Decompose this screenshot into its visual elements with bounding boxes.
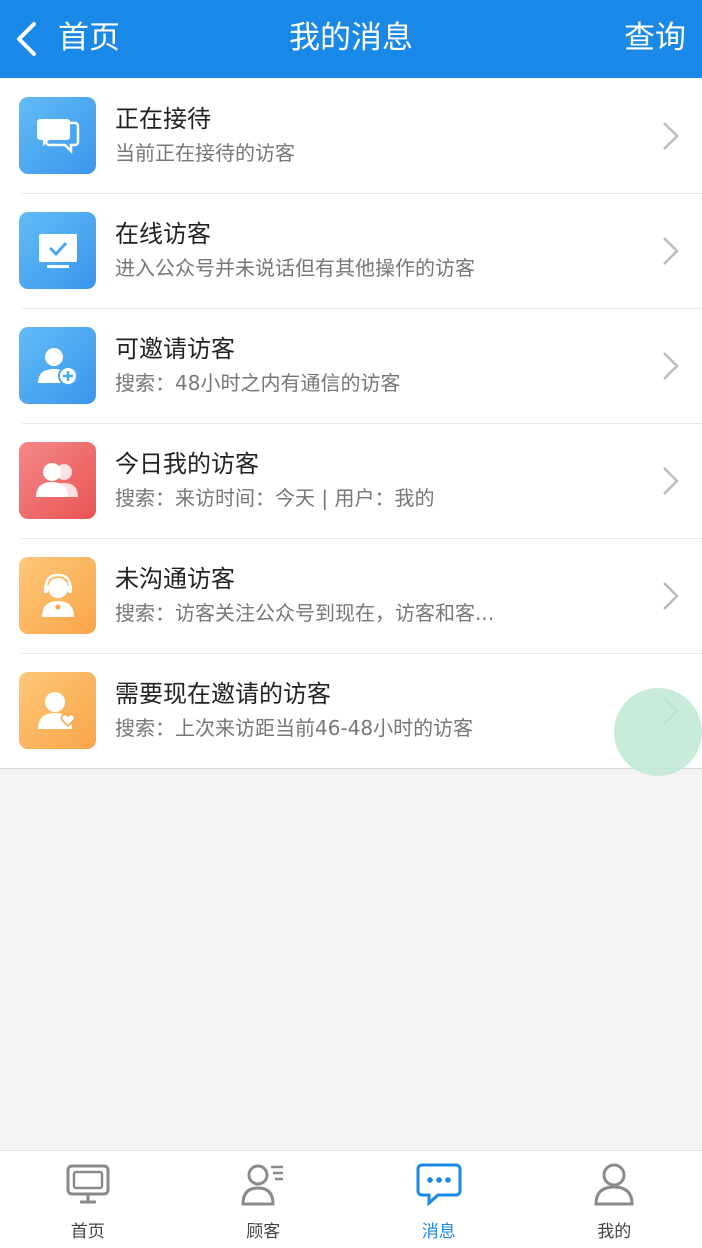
item-title: 需要现在邀请的访客 xyxy=(115,680,331,708)
list-item-online[interactable]: 在线访客 进入公众号并未说话但有其他操作的访客 xyxy=(0,193,702,308)
tab-label: 顾客 xyxy=(246,1222,281,1242)
tab-messages[interactable]: 消息 xyxy=(351,1151,527,1248)
chevron-right-icon xyxy=(663,467,679,495)
item-subtitle: 搜索：48小时之内有通信的访客 xyxy=(115,371,401,395)
list-item-today[interactable]: 今日我的访客 搜索：来访时间：今天 | 用户：我的 xyxy=(0,423,702,538)
list-item-invite-now[interactable]: 需要现在邀请的访客 搜索：上次来访距当前46-48小时的访客 xyxy=(0,653,702,768)
tab-home[interactable]: 首页 xyxy=(0,1151,176,1248)
item-title: 在线访客 xyxy=(115,220,211,248)
item-subtitle: 搜索：上次来访距当前46-48小时的访客 xyxy=(115,716,474,740)
monitor-check-icon xyxy=(19,212,96,289)
list-item-invitable[interactable]: 可邀请访客 搜索：48小时之内有通信的访客 xyxy=(0,308,702,423)
floating-assist-button[interactable] xyxy=(614,688,702,776)
message-icon xyxy=(416,1163,462,1207)
item-title: 未沟通访客 xyxy=(115,565,235,593)
top-nav-bar: 首页 我的消息 查询 xyxy=(0,0,702,78)
user-add-icon xyxy=(19,327,96,404)
tab-customers[interactable]: 顾客 xyxy=(176,1151,352,1248)
query-button[interactable]: 查询 xyxy=(624,18,686,58)
bottom-tab-bar: 首页 顾客 消息 我的 xyxy=(0,1150,702,1248)
person-icon xyxy=(594,1163,634,1206)
customer-list-icon xyxy=(241,1164,284,1206)
item-title: 今日我的访客 xyxy=(115,450,259,478)
list-item-not-contacted[interactable]: 未沟通访客 搜索：访客关注公众号到现在，访客和客... xyxy=(0,538,702,653)
message-category-list: 正在接待 当前正在接待的访客 在线访客 进入公众号并未说话但有其他操作的访客 可… xyxy=(0,78,702,769)
chevron-right-icon xyxy=(663,582,679,610)
item-subtitle: 进入公众号并未说话但有其他操作的访客 xyxy=(115,256,475,280)
chat-bubbles-icon xyxy=(19,97,96,174)
tab-mine[interactable]: 我的 xyxy=(527,1151,702,1248)
chevron-right-icon xyxy=(663,237,679,265)
item-subtitle: 搜索：访客关注公众号到现在，访客和客... xyxy=(115,601,495,625)
tab-label: 我的 xyxy=(597,1222,632,1242)
tab-label: 首页 xyxy=(70,1222,105,1242)
list-item-receiving[interactable]: 正在接待 当前正在接待的访客 xyxy=(0,78,702,193)
item-title: 正在接待 xyxy=(115,105,211,133)
page-title: 我的消息 xyxy=(289,20,413,56)
chevron-right-icon xyxy=(663,352,679,380)
user-heart-icon xyxy=(19,672,96,749)
item-subtitle: 搜索：来访时间：今天 | 用户：我的 xyxy=(115,486,435,510)
agent-icon xyxy=(19,557,96,634)
chevron-right-icon xyxy=(663,122,679,150)
tab-label: 消息 xyxy=(421,1222,456,1242)
item-title: 可邀请访客 xyxy=(115,335,235,363)
users-icon xyxy=(19,442,96,519)
monitor-icon xyxy=(66,1164,110,1204)
item-subtitle: 当前正在接待的访客 xyxy=(115,141,295,165)
